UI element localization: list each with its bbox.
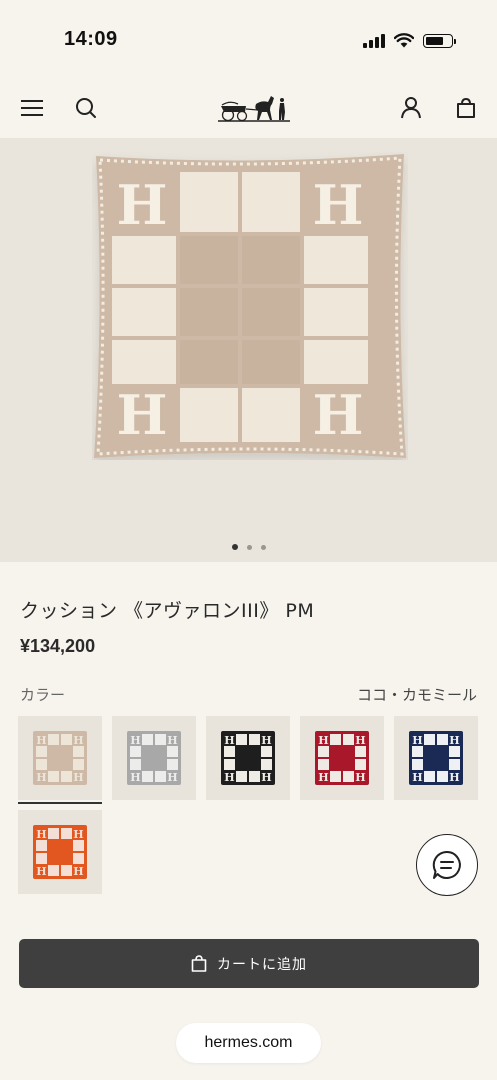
- carousel-dot[interactable]: [260, 544, 266, 550]
- selected-color-name: ココ・カモミール: [356, 686, 477, 704]
- search-icon: [76, 98, 96, 118]
- svg-text:H: H: [36, 771, 46, 784]
- menu-icon: [21, 100, 43, 116]
- status-icons: [363, 32, 456, 48]
- chat-bubble-icon: [432, 850, 461, 879]
- swatch-pillow-image: H H H H: [127, 731, 181, 785]
- battery-icon: [423, 34, 456, 48]
- svg-text:H: H: [318, 734, 328, 747]
- svg-text:H: H: [261, 734, 271, 747]
- svg-text:H: H: [73, 771, 83, 784]
- svg-text:H: H: [73, 734, 83, 747]
- svg-text:H: H: [224, 771, 234, 784]
- add-to-cart-button[interactable]: カートに追加: [19, 939, 479, 988]
- svg-text:H: H: [355, 771, 365, 784]
- svg-text:H: H: [167, 734, 177, 747]
- svg-text:H: H: [449, 734, 459, 747]
- hermes-carriage-logo[interactable]: [216, 92, 292, 126]
- svg-text:H: H: [312, 173, 363, 237]
- product-image-carousel[interactable]: H H H H: [0, 138, 497, 562]
- url-text: hermes.com: [204, 1034, 293, 1051]
- svg-text:H: H: [116, 383, 167, 447]
- status-bar: 14:09: [0, 0, 497, 80]
- color-label: カラー: [20, 686, 66, 704]
- shopping-bag-icon: [191, 955, 207, 972]
- carousel-dots[interactable]: [0, 544, 497, 550]
- search-button[interactable]: [72, 94, 100, 122]
- swatch-pillow-image: H H H H: [33, 731, 87, 785]
- svg-text:H: H: [36, 865, 46, 878]
- status-time: 14:09: [64, 28, 118, 50]
- color-swatch[interactable]: H H H H: [394, 716, 478, 800]
- svg-text:H: H: [36, 734, 46, 747]
- chat-button[interactable]: [416, 834, 478, 896]
- user-icon: [401, 97, 421, 119]
- carousel-dot[interactable]: [231, 544, 238, 550]
- color-swatch[interactable]: H H H H: [300, 716, 384, 800]
- account-button[interactable]: [397, 94, 425, 122]
- swatch-pillow-image: H H H H: [221, 731, 275, 785]
- product-price: ¥134,200: [20, 636, 96, 656]
- bag-button[interactable]: [452, 94, 480, 122]
- cellular-signal-icon: [363, 34, 385, 48]
- add-to-cart-label: カートに追加: [217, 956, 307, 973]
- svg-text:H: H: [318, 771, 328, 784]
- color-swatch[interactable]: H H H H: [112, 716, 196, 800]
- svg-text:H: H: [412, 734, 422, 747]
- svg-text:H: H: [73, 828, 83, 841]
- color-swatch[interactable]: H H H H: [206, 716, 290, 800]
- svg-text:H: H: [36, 828, 46, 841]
- svg-text:H: H: [312, 383, 363, 447]
- svg-text:H: H: [355, 734, 365, 747]
- menu-button[interactable]: [18, 94, 46, 122]
- swatch-pillow-image: H H H H: [315, 731, 369, 785]
- nav-bar: [0, 80, 497, 138]
- carousel-dot[interactable]: [246, 544, 252, 550]
- color-swatch[interactable]: H H H H: [18, 810, 102, 894]
- product-title: クッション 《アヴァロンIII》 PM: [20, 600, 315, 622]
- svg-text:H: H: [73, 865, 83, 878]
- browser-url-bar[interactable]: hermes.com: [176, 1023, 321, 1063]
- svg-text:H: H: [261, 771, 271, 784]
- svg-text:H: H: [449, 771, 459, 784]
- svg-text:H: H: [167, 771, 177, 784]
- svg-text:H: H: [412, 771, 422, 784]
- wifi-icon: [394, 33, 414, 48]
- product-image: H H H H: [94, 154, 406, 458]
- svg-text:H: H: [130, 771, 140, 784]
- swatch-pillow-image: H H H H: [33, 825, 87, 879]
- swatch-pillow-image: H H H H: [409, 731, 463, 785]
- shopping-bag-icon: [457, 98, 475, 118]
- svg-text:H: H: [116, 173, 167, 237]
- color-swatch[interactable]: H H H H: [18, 716, 102, 804]
- svg-text:H: H: [224, 734, 234, 747]
- svg-text:H: H: [130, 734, 140, 747]
